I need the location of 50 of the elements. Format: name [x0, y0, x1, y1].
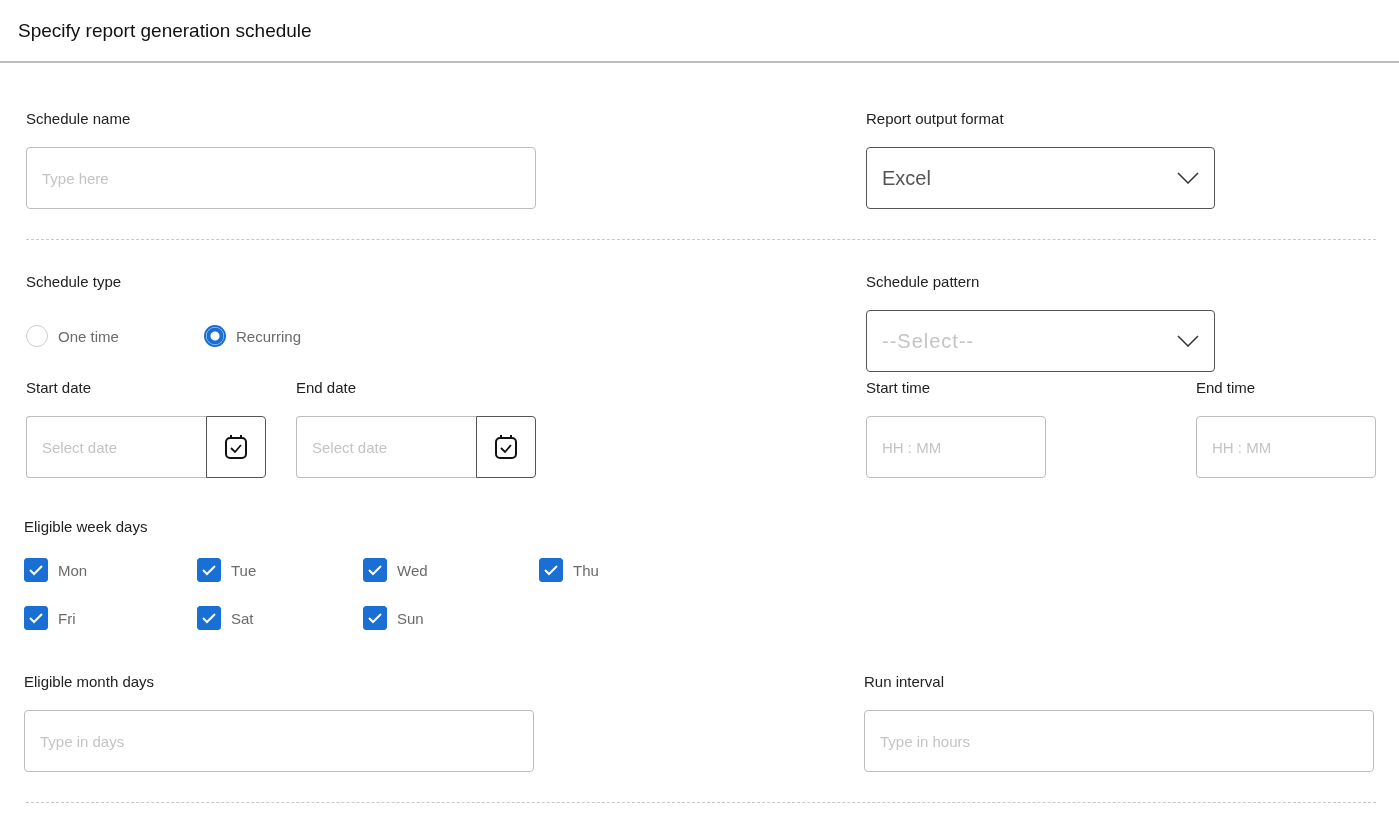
chevron-down-icon [1177, 172, 1199, 184]
checkbox[interactable] [24, 558, 48, 582]
calendar-icon [224, 434, 248, 460]
field-label: Run interval [864, 673, 946, 691]
checkmark-icon [28, 564, 44, 576]
month-days-input[interactable]: Type in days [24, 710, 534, 772]
time-input[interactable]: HH : MM [866, 416, 1046, 478]
radio-label: Recurring [236, 327, 302, 345]
field-label: Eligible week days [24, 518, 148, 535]
field-label: Schedule type [26, 273, 123, 291]
checkbox[interactable] [363, 606, 387, 630]
field-label: Report output format [866, 110, 1005, 128]
checkbox-label: Sun [397, 609, 424, 627]
field-label: Start time [866, 379, 932, 397]
field-label: Schedule name [26, 110, 132, 128]
checkbox[interactable] [363, 558, 387, 582]
schedule-name-input[interactable]: Type here [26, 147, 536, 209]
output-format-dropdown[interactable]: Excel [866, 147, 1215, 209]
field-label: End date [296, 379, 358, 397]
field-label: End time [1196, 379, 1257, 397]
chevron-down-icon [1177, 335, 1199, 347]
checkmark-icon [201, 564, 217, 576]
field-label: Eligible month days [24, 673, 156, 691]
calendar-button[interactable] [206, 416, 266, 478]
radio-label: One time [58, 327, 119, 345]
checkbox-label: Tue [231, 561, 257, 579]
date-input[interactable]: Select date [26, 416, 206, 478]
time-input[interactable]: HH : MM [1196, 416, 1376, 478]
calendar-button[interactable] [476, 416, 536, 478]
field-label: Start date [26, 379, 93, 397]
calendar-icon [494, 434, 518, 460]
checkbox-label: Fri [58, 609, 76, 627]
checkbox[interactable] [197, 558, 221, 582]
checkbox[interactable] [24, 606, 48, 630]
checkbox-label: Thu [573, 561, 599, 579]
checkbox[interactable] [539, 558, 563, 582]
radio-button[interactable] [204, 325, 226, 347]
checkbox-label: Mon [58, 561, 88, 579]
checkmark-icon [543, 564, 559, 576]
checkmark-icon [28, 612, 44, 624]
checkbox-label: Wed [397, 561, 428, 579]
checkmark-icon [367, 564, 383, 576]
checkbox[interactable] [197, 606, 221, 630]
run-interval-input[interactable]: Type in hours [864, 710, 1374, 772]
field-label: Schedule pattern [866, 273, 981, 291]
date-input[interactable]: Select date [296, 416, 476, 478]
page-title: Specify report generation schedule [18, 19, 312, 42]
checkmark-icon [367, 612, 383, 624]
checkbox-label: Sat [231, 609, 254, 627]
checkmark-icon [201, 612, 217, 624]
